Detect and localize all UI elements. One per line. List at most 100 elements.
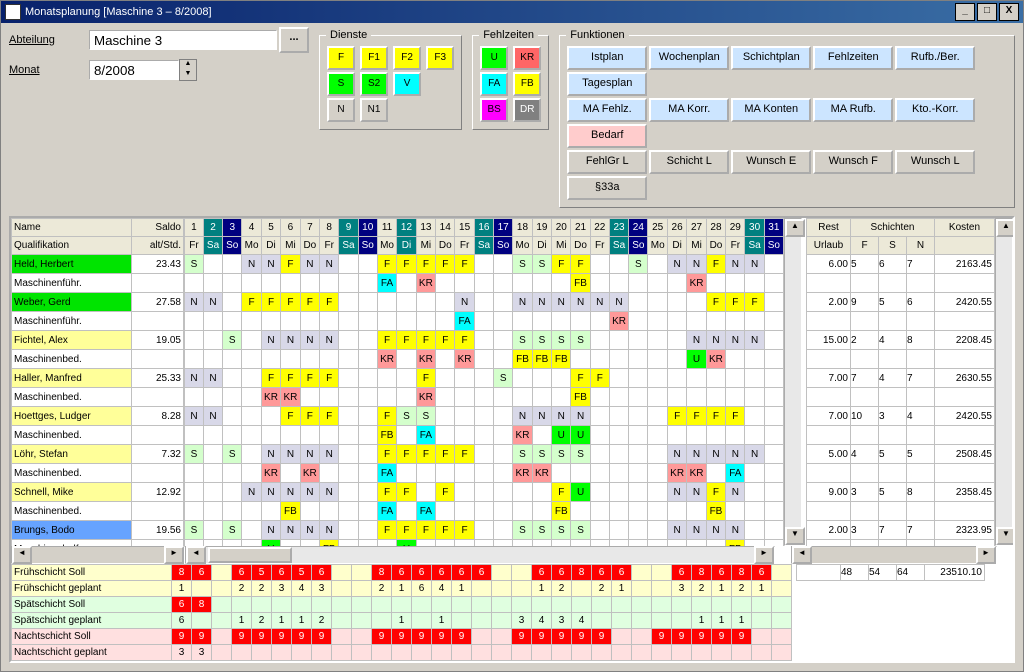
absence-cell[interactable]: KR: [687, 464, 706, 483]
absence-cell[interactable]: [223, 426, 242, 445]
emp-name[interactable]: Hoettges, Ludger: [12, 407, 132, 426]
day-28[interactable]: 28: [706, 219, 725, 237]
day-2[interactable]: 2: [203, 219, 222, 237]
absence-cell[interactable]: [706, 312, 725, 331]
absence-cell[interactable]: [745, 350, 764, 369]
shift-cell[interactable]: S: [552, 521, 571, 540]
fz-FB[interactable]: FB: [513, 72, 541, 96]
absence-cell[interactable]: [764, 312, 783, 331]
absence-cell[interactable]: [261, 502, 280, 521]
absence-cell[interactable]: [571, 312, 590, 331]
shift-cell[interactable]: N: [706, 521, 725, 540]
absence-cell[interactable]: [552, 464, 571, 483]
absence-cell[interactable]: [320, 502, 339, 521]
absence-cell[interactable]: [436, 426, 455, 445]
absence-cell[interactable]: [397, 388, 416, 407]
shift-cell[interactable]: [242, 407, 261, 426]
shift-cell[interactable]: N: [552, 293, 571, 312]
absence-cell[interactable]: [377, 312, 396, 331]
shift-cell[interactable]: F: [416, 331, 435, 350]
absence-cell[interactable]: [764, 350, 783, 369]
shift-cell[interactable]: [242, 445, 261, 464]
shift-cell[interactable]: N: [300, 521, 319, 540]
absence-cell[interactable]: [494, 274, 513, 293]
absence-cell[interactable]: KR: [667, 464, 686, 483]
absence-cell[interactable]: [667, 274, 686, 293]
absence-cell[interactable]: [532, 312, 551, 331]
absence-cell[interactable]: [494, 426, 513, 445]
shift-cell[interactable]: N: [203, 407, 222, 426]
shift-cell[interactable]: [667, 331, 686, 350]
absence-cell[interactable]: [223, 312, 242, 331]
shift-cell[interactable]: F: [377, 521, 396, 540]
shift-cell[interactable]: F: [281, 293, 300, 312]
day-3[interactable]: 3: [223, 219, 242, 237]
shift-cell[interactable]: F: [455, 255, 474, 274]
absence-cell[interactable]: U: [552, 426, 571, 445]
absence-cell[interactable]: [474, 426, 493, 445]
absence-cell[interactable]: [764, 426, 783, 445]
shift-cell[interactable]: [629, 369, 648, 388]
shift-cell[interactable]: [474, 331, 493, 350]
absence-cell[interactable]: [552, 312, 571, 331]
shift-cell[interactable]: [223, 407, 242, 426]
absence-cell[interactable]: [185, 350, 204, 369]
shift-cell[interactable]: F: [552, 255, 571, 274]
shift-cell[interactable]: F: [687, 407, 706, 426]
emp-name[interactable]: Löhr, Stefan: [12, 445, 132, 464]
shift-cell[interactable]: N: [532, 293, 551, 312]
shift-cell[interactable]: S: [416, 407, 435, 426]
shift-cell[interactable]: [648, 255, 667, 274]
absence-cell[interactable]: KR: [416, 274, 435, 293]
absence-cell[interactable]: [629, 312, 648, 331]
shift-cell[interactable]: N: [261, 255, 280, 274]
shift-cell[interactable]: [223, 293, 242, 312]
shift-cell[interactable]: [745, 483, 764, 502]
absence-cell[interactable]: [203, 464, 222, 483]
shift-cell[interactable]: [455, 369, 474, 388]
day-5[interactable]: 5: [261, 219, 280, 237]
emp-name[interactable]: Schnell, Mike: [12, 483, 132, 502]
shift-cell[interactable]: [648, 445, 667, 464]
shift-cell[interactable]: S: [223, 521, 242, 540]
shift-cell[interactable]: [223, 483, 242, 502]
shift-cell[interactable]: N: [726, 521, 745, 540]
absence-cell[interactable]: [609, 350, 628, 369]
absence-cell[interactable]: [629, 388, 648, 407]
shift-cell[interactable]: [590, 521, 609, 540]
fn-istplan[interactable]: Istplan: [567, 46, 647, 70]
absence-cell[interactable]: [726, 388, 745, 407]
absence-cell[interactable]: [667, 426, 686, 445]
absence-cell[interactable]: [764, 274, 783, 293]
shift-cell[interactable]: N: [261, 521, 280, 540]
shift-cell[interactable]: [339, 369, 358, 388]
absence-cell[interactable]: [203, 312, 222, 331]
absence-cell[interactable]: [629, 274, 648, 293]
day-25[interactable]: 25: [648, 219, 667, 237]
dienst-F3[interactable]: F3: [426, 46, 454, 70]
fn-marufb[interactable]: MA Rufb.: [813, 98, 893, 122]
shift-cell[interactable]: N: [185, 293, 204, 312]
shift-cell[interactable]: [203, 521, 222, 540]
dienst-F2[interactable]: F2: [393, 46, 421, 70]
absence-cell[interactable]: [261, 426, 280, 445]
absence-cell[interactable]: [590, 502, 609, 521]
shift-cell[interactable]: N: [281, 331, 300, 350]
shift-cell[interactable]: S: [571, 445, 590, 464]
absence-cell[interactable]: [494, 388, 513, 407]
absence-cell[interactable]: [687, 388, 706, 407]
shift-cell[interactable]: N: [281, 521, 300, 540]
shift-cell[interactable]: F: [300, 369, 319, 388]
shift-cell[interactable]: N: [726, 483, 745, 502]
hscroll-right[interactable]: ◄►: [791, 546, 997, 564]
shift-cell[interactable]: N: [590, 293, 609, 312]
shift-cell[interactable]: N: [320, 255, 339, 274]
absence-cell[interactable]: FA: [416, 502, 435, 521]
shift-cell[interactable]: [494, 293, 513, 312]
absence-cell[interactable]: [261, 312, 280, 331]
shift-cell[interactable]: [358, 521, 377, 540]
absence-cell[interactable]: [436, 388, 455, 407]
absence-cell[interactable]: [648, 388, 667, 407]
shift-cell[interactable]: [185, 331, 204, 350]
shift-cell[interactable]: S: [532, 445, 551, 464]
